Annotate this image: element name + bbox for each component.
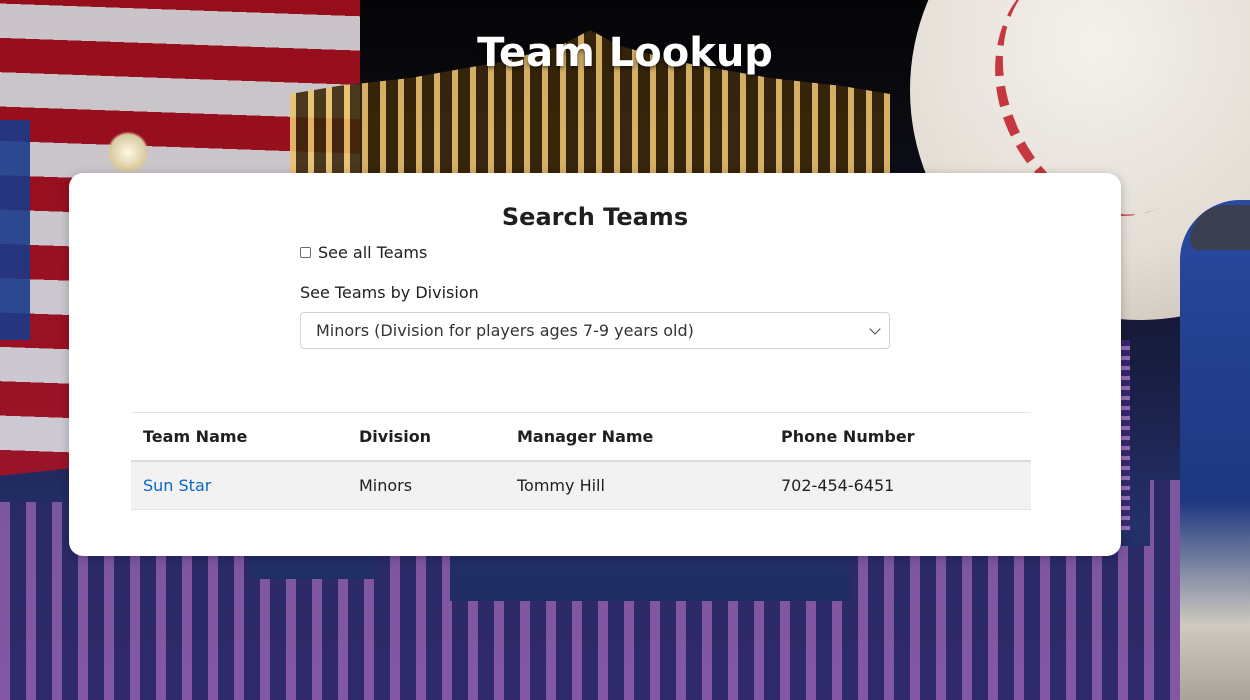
team-name-link[interactable]: Sun Star [143,476,211,495]
manager-name-cell: Tommy Hill [517,476,605,495]
see-all-teams-option[interactable]: See all Teams [300,243,427,262]
search-card: Search Teams See all Teams See Teams by … [69,173,1121,556]
column-header-team-name: Team Name [143,427,248,446]
division-select[interactable]: Minors (Division for players ages 7-9 ye… [300,312,890,349]
table-row: Sun Star Minors Tommy Hill 702-454-6451 [131,461,1031,510]
search-heading: Search Teams [501,203,689,231]
division-select-value: Minors (Division for players ages 7-9 ye… [316,321,694,340]
page-title: Team Lookup [477,30,773,76]
team-name-cell: Sun Star [131,461,347,510]
column-header-division: Division [359,427,432,446]
street-lamp-image [108,130,148,175]
division-label: See Teams by Division [300,283,479,302]
flag-canton [0,120,30,340]
column-header-manager-name: Manager Name [517,427,654,446]
checkbox-icon[interactable] [300,247,311,258]
chevron-down-icon [869,323,881,335]
baseball-player-image [1180,200,1250,700]
table-header-row: Team Name Division Manager Name Phone Nu… [131,412,1031,461]
column-header-phone-number: Phone Number [781,427,915,446]
division-cell: Minors [359,476,413,495]
teams-table: Team Name Division Manager Name Phone Nu… [131,412,1031,510]
phone-number-cell: 702-454-6451 [781,476,895,495]
see-all-teams-label: See all Teams [318,243,428,262]
